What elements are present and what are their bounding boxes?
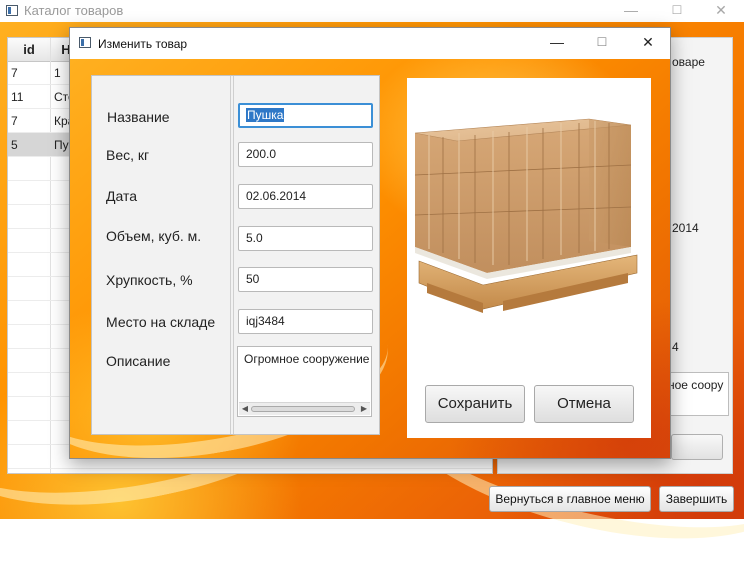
- dialog-title: Изменить товар: [98, 37, 188, 51]
- dialog-close-button[interactable]: ✕: [625, 32, 671, 54]
- main-window-title: Каталог товаров: [24, 3, 124, 18]
- back-to-main-menu-button[interactable]: Вернуться в главное меню: [489, 486, 651, 512]
- name-input-value: Пушка: [246, 108, 285, 122]
- volume-label: Объем, куб. м.: [106, 228, 202, 244]
- product-image-panel: [407, 78, 651, 438]
- exit-button[interactable]: Завершить: [659, 486, 734, 512]
- edit-product-dialog: Изменить товар — ☐ ✕ Название Пушка Вес,…: [69, 27, 671, 459]
- cancel-button[interactable]: Отмена: [534, 385, 634, 423]
- details-number-text: 4: [672, 340, 679, 354]
- column-header-id[interactable]: id: [8, 38, 50, 61]
- date-label: Дата: [106, 188, 138, 204]
- details-text-top: оваре: [672, 55, 705, 69]
- pallet-boxes-image: [414, 118, 638, 313]
- save-button[interactable]: Сохранить: [425, 385, 525, 423]
- fragility-label: Хрупкость, %: [106, 272, 193, 288]
- location-input[interactable]: iqj3484: [238, 309, 373, 334]
- date-input[interactable]: 02.06.2014: [238, 184, 373, 209]
- weight-label: Вес, кг: [106, 147, 150, 163]
- scroll-left-arrow-icon[interactable]: ◀: [240, 403, 250, 415]
- cell-id: 7: [11, 114, 18, 128]
- scrollbar-thumb[interactable]: [251, 406, 355, 412]
- location-label: Место на складе: [106, 314, 216, 330]
- cell-id: 7: [11, 66, 18, 80]
- dialog-minimize-button[interactable]: —: [534, 32, 580, 54]
- scroll-right-arrow-icon[interactable]: ▶: [359, 403, 369, 415]
- maximize-button[interactable]: ☐: [654, 0, 700, 22]
- cell-id: 5: [11, 138, 18, 152]
- details-date-text: 2014: [672, 221, 699, 235]
- details-panel-button[interactable]: [671, 434, 723, 460]
- description-textarea[interactable]: Огромное сооружение ◀ ▶: [237, 346, 372, 417]
- description-text: Огромное сооружение: [244, 352, 370, 366]
- close-button[interactable]: ✕: [698, 0, 744, 22]
- dialog-window-icon: [79, 37, 91, 48]
- app-window-icon: [6, 5, 18, 16]
- main-titlebar: Каталог товаров — ☐ ✕: [0, 0, 744, 22]
- description-label: Описание: [106, 353, 171, 369]
- name-label: Название: [107, 109, 170, 125]
- name-input[interactable]: Пушка: [238, 103, 373, 128]
- details-description-text: ное соору: [668, 378, 724, 392]
- cell-name: 1: [54, 66, 61, 80]
- dialog-maximize-button[interactable]: ☐: [579, 32, 625, 54]
- fragility-input[interactable]: 50: [238, 267, 373, 292]
- form-divider: [230, 76, 234, 434]
- minimize-button[interactable]: —: [608, 0, 654, 22]
- volume-input[interactable]: 5.0: [238, 226, 373, 251]
- description-horizontal-scrollbar[interactable]: ◀ ▶: [239, 402, 370, 415]
- cell-name: Пу: [54, 138, 69, 152]
- cell-id: 11: [11, 90, 24, 104]
- weight-input[interactable]: 200.0: [238, 142, 373, 167]
